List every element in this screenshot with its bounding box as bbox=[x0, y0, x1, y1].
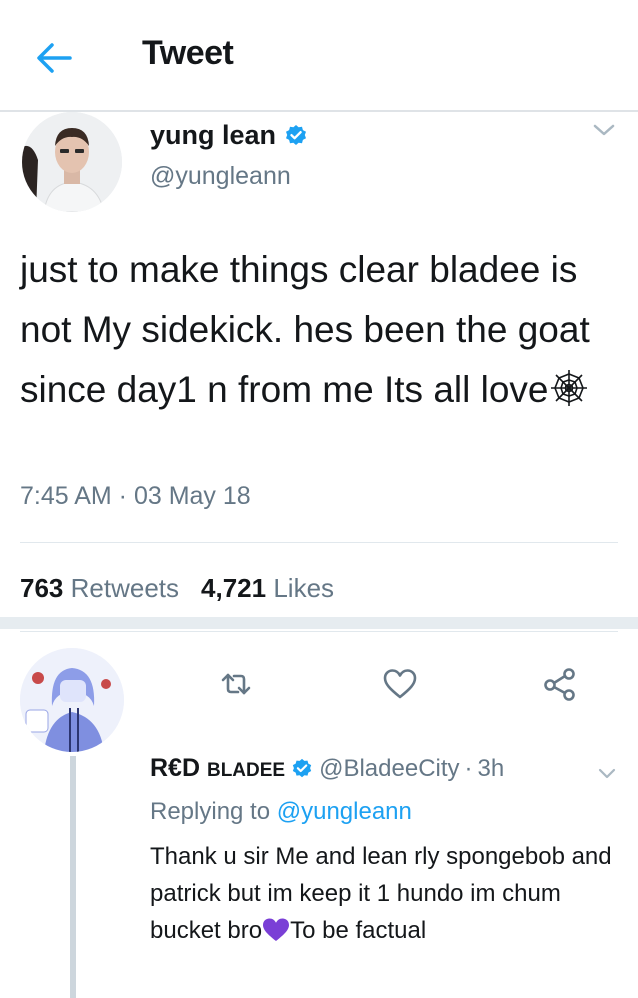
reply-author-name-first: R€D bbox=[150, 754, 201, 782]
verified-badge-icon bbox=[286, 124, 307, 145]
tweet-timestamp[interactable]: 7:45 AM · 03 May 18 bbox=[20, 482, 251, 511]
replying-to-prefix: Replying to bbox=[150, 798, 271, 825]
retweets-stat[interactable]: 763 Retweets bbox=[20, 573, 179, 603]
reply-header: R€D BLADEE @BladeeCity · 3h bbox=[150, 754, 504, 783]
meta-separator: · bbox=[464, 754, 473, 782]
reply-author-handle[interactable]: @BladeeCity bbox=[319, 755, 459, 783]
page-title: Tweet bbox=[142, 34, 234, 72]
verified-badge-icon bbox=[292, 758, 312, 777]
reply-text-end: To be factual bbox=[290, 917, 427, 944]
back-button[interactable] bbox=[30, 38, 78, 78]
likes-stat[interactable]: 4,721 Likes bbox=[201, 573, 334, 603]
likes-count: 4,721 bbox=[201, 573, 267, 603]
arrow-left-icon bbox=[37, 43, 72, 73]
author-name[interactable]: yung lean bbox=[150, 120, 276, 151]
section-separator bbox=[0, 617, 638, 629]
avatar[interactable] bbox=[22, 112, 122, 212]
thread-line bbox=[70, 756, 76, 998]
retweets-label: Retweets bbox=[70, 573, 180, 603]
avatar-photo bbox=[22, 112, 122, 212]
reply-author-name-second: BLADEE bbox=[206, 760, 286, 781]
retweets-count: 763 bbox=[20, 573, 64, 603]
chevron-down-icon[interactable] bbox=[597, 767, 617, 781]
author-handle[interactable]: @yungleann bbox=[150, 162, 291, 191]
tweet-stats: 763 Retweets 4,721 Likes bbox=[20, 573, 334, 604]
reply-avatar[interactable] bbox=[20, 648, 124, 752]
chevron-down-icon[interactable] bbox=[592, 122, 616, 138]
divider bbox=[20, 542, 618, 543]
reply-avatar-photo bbox=[20, 648, 124, 752]
spider-web-emoji-icon bbox=[550, 370, 587, 406]
likes-label: Likes bbox=[273, 573, 335, 603]
reply-time[interactable]: 3h bbox=[478, 755, 505, 783]
top-bar: Tweet bbox=[0, 0, 638, 112]
reply-author-name[interactable]: R€D BLADEE bbox=[150, 754, 285, 783]
tweet-text: just to make things clear bladee is not … bbox=[20, 240, 620, 420]
replying-to-handle[interactable]: @yungleann bbox=[277, 798, 412, 825]
reply-tweet: R€D BLADEE @BladeeCity · 3h Replying to … bbox=[0, 630, 638, 998]
reply-text: Thank u sir Me and lean rly spongebob an… bbox=[150, 838, 620, 949]
tweet-text-body: just to make things clear bladee is not … bbox=[20, 249, 590, 410]
purple-heart-emoji-icon bbox=[263, 918, 290, 941]
replying-to: Replying to @yungleann bbox=[150, 798, 412, 826]
